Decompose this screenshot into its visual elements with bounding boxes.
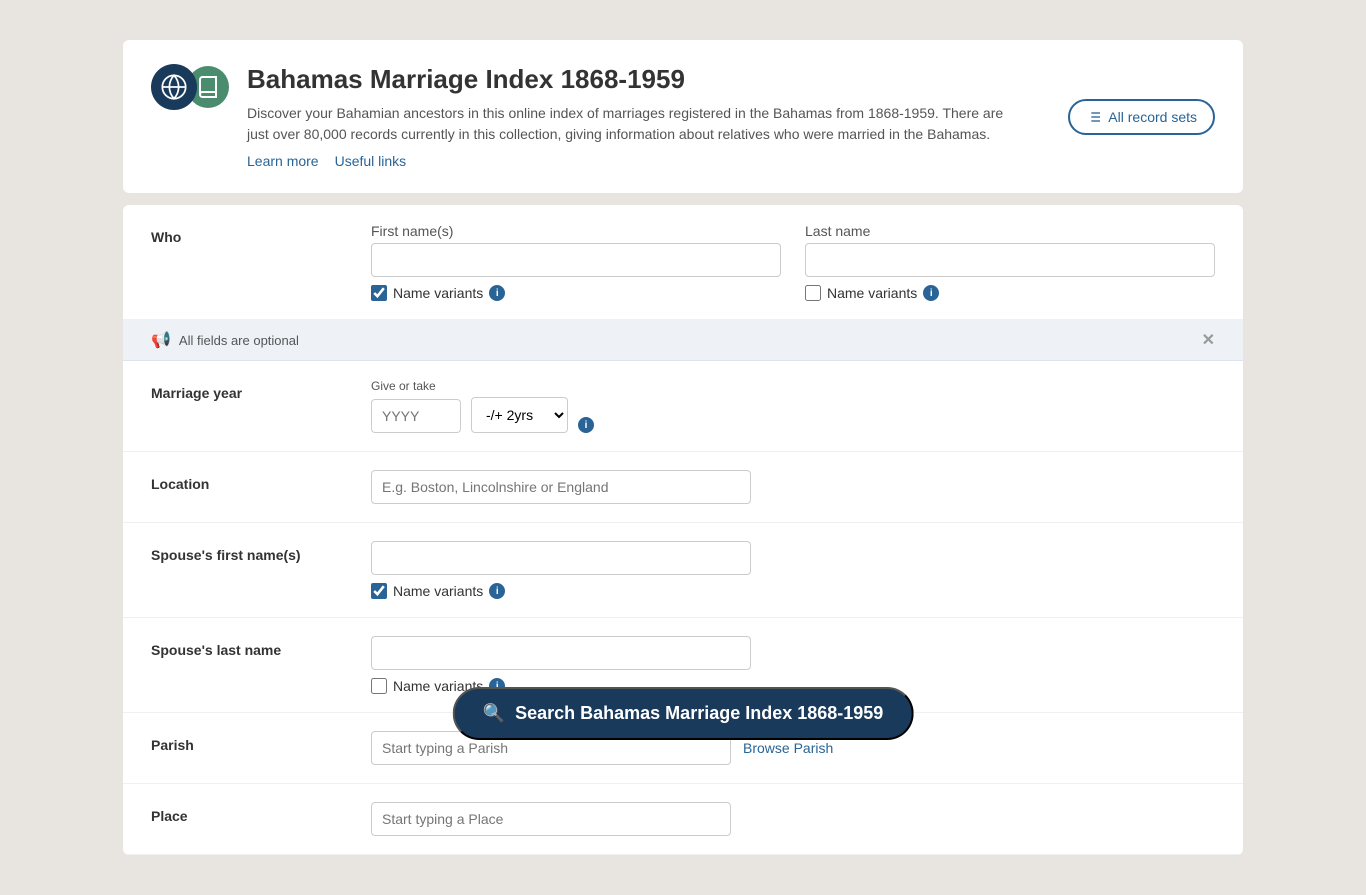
marriage-year-info-icon[interactable]: i (578, 417, 594, 433)
search-form: Who First name(s) Name variants i Last n… (123, 205, 1243, 855)
first-name-group: First name(s) Name variants i (371, 223, 781, 301)
useful-links-link[interactable]: Useful links (335, 153, 407, 169)
last-name-variants-row: Name variants i (805, 285, 1215, 301)
notice-bar: 📢 All fields are optional ✕ (123, 320, 1243, 361)
notice-icon: 📢 (151, 330, 171, 350)
marriage-year-row: Marriage year Give or take -/+ 1yr -/+ 2… (123, 361, 1243, 452)
spouse-last-label: Spouse's last name (151, 636, 371, 658)
search-button-label: Search Bahamas Marriage Index 1868-1959 (515, 703, 883, 724)
last-name-variants-info-icon[interactable]: i (923, 285, 939, 301)
spouse-first-label: Spouse's first name(s) (151, 541, 371, 563)
location-row: Location (123, 452, 1243, 523)
marriage-year-label: Marriage year (151, 379, 371, 401)
all-record-sets-label: All record sets (1108, 109, 1197, 125)
learn-more-link[interactable]: Learn more (247, 153, 319, 169)
last-name-variants-checkbox[interactable] (805, 285, 821, 301)
marriage-year-content: Give or take -/+ 1yr -/+ 2yrs -/+ 5yrs -… (371, 379, 1215, 433)
spouse-first-variants-label: Name variants (393, 583, 483, 599)
first-name-input[interactable] (371, 243, 781, 277)
header-description: Discover your Bahamian ancestors in this… (247, 103, 1027, 145)
spouse-last-content: Name variants i (371, 636, 1215, 694)
spouse-first-variants-info-icon[interactable]: i (489, 583, 505, 599)
search-button[interactable]: 🔍 Search Bahamas Marriage Index 1868-195… (453, 687, 914, 740)
place-input[interactable] (371, 802, 731, 836)
spouse-last-variants-checkbox[interactable] (371, 678, 387, 694)
header-icons (151, 64, 229, 110)
header-links: Learn more Useful links (247, 153, 1215, 169)
first-name-variants-row: Name variants i (371, 285, 781, 301)
notice-content: 📢 All fields are optional (151, 330, 299, 350)
last-name-group: Last name Name variants i (805, 223, 1215, 301)
last-name-variants-label: Name variants (827, 285, 917, 301)
first-name-label: First name(s) (371, 223, 781, 239)
spouse-first-row: Spouse's first name(s) Name variants i (123, 523, 1243, 618)
location-input[interactable] (371, 470, 751, 504)
search-icon: 🔍 (483, 703, 505, 724)
give-or-take-select[interactable]: -/+ 1yr -/+ 2yrs -/+ 5yrs -/+ 10yrs (471, 397, 568, 433)
location-content (371, 470, 1215, 504)
place-row: Place (123, 784, 1243, 855)
list-icon (1086, 109, 1102, 125)
page-title: Bahamas Marriage Index 1868-1959 (247, 64, 1215, 95)
header-card: Bahamas Marriage Index 1868-1959 Discove… (123, 40, 1243, 193)
first-name-variants-info-icon[interactable]: i (489, 285, 505, 301)
first-name-variants-checkbox[interactable] (371, 285, 387, 301)
spouse-first-variants-row: Name variants i (371, 583, 1215, 599)
spouse-last-input[interactable] (371, 636, 751, 670)
spouse-first-variants-checkbox[interactable] (371, 583, 387, 599)
who-row: Who First name(s) Name variants i Last n… (123, 205, 1243, 320)
all-record-sets-button[interactable]: All record sets (1068, 99, 1215, 135)
close-notice-button[interactable]: ✕ (1202, 330, 1215, 350)
first-name-variants-label: Name variants (393, 285, 483, 301)
who-fields: First name(s) Name variants i Last name (371, 223, 1215, 301)
marriage-year-input[interactable] (371, 399, 461, 433)
who-label: Who (151, 223, 371, 245)
last-name-label: Last name (805, 223, 1215, 239)
spouse-first-input[interactable] (371, 541, 751, 575)
last-name-input[interactable] (805, 243, 1215, 277)
place-content (371, 802, 1215, 836)
globe-icon (151, 64, 197, 110)
spouse-first-content: Name variants i (371, 541, 1215, 599)
place-label: Place (151, 802, 371, 824)
browse-parish-link[interactable]: Browse Parish (743, 740, 833, 756)
give-or-take-label: Give or take (371, 379, 1215, 393)
year-group: -/+ 1yr -/+ 2yrs -/+ 5yrs -/+ 10yrs i (371, 397, 1215, 433)
location-label: Location (151, 470, 371, 492)
notice-text: All fields are optional (179, 333, 299, 348)
parish-label: Parish (151, 731, 371, 753)
